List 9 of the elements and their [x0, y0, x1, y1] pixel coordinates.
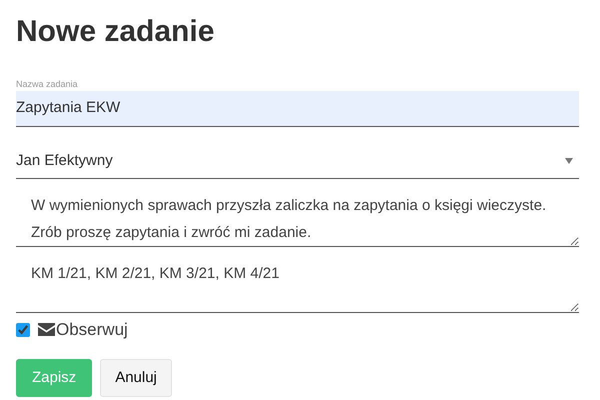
- observe-checkbox[interactable]: [16, 322, 30, 337]
- field-label: Nazwa zadania: [16, 80, 79, 89]
- envelope-icon: [37, 322, 56, 338]
- name-field[interactable]: Zapytania EKW: [16, 91, 579, 126]
- caret-icon: [565, 158, 573, 164]
- cancel-button[interactable]: Anuluj: [100, 358, 172, 397]
- page-title: Nowe zadanie: [16, 14, 216, 50]
- assignee-select[interactable]: Jan Efektywny: [16, 142, 579, 179]
- observe-label[interactable]: Obserwuj: [56, 317, 128, 342]
